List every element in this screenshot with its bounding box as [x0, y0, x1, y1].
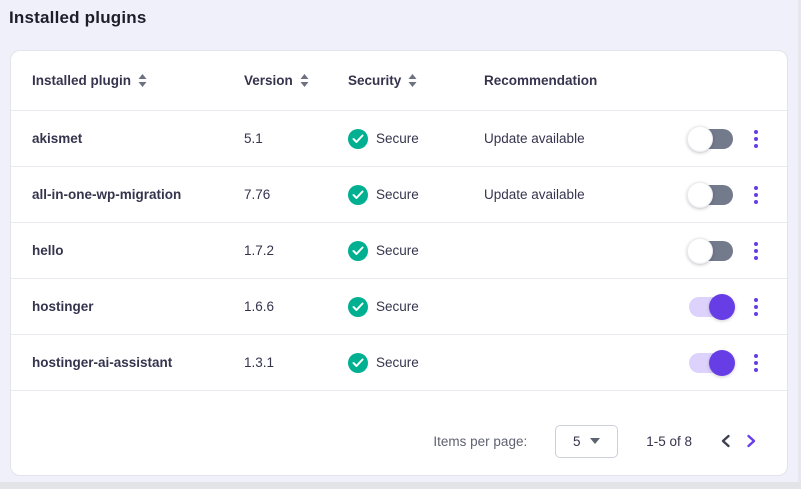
column-label: Version	[244, 73, 293, 88]
security-label: Secure	[376, 131, 419, 146]
page-title: Installed plugins	[9, 8, 147, 28]
plugin-name: hostinger-ai-assistant	[32, 355, 244, 370]
kebab-menu-icon[interactable]	[751, 128, 761, 150]
plugin-enabled-toggle[interactable]	[689, 353, 733, 373]
table-header-row: Installed plugin Version Security	[11, 51, 787, 110]
plugin-version: 1.3.1	[244, 355, 348, 370]
security-label: Secure	[376, 243, 419, 258]
sort-arrows-icon	[300, 74, 309, 87]
pagination-bar: Items per page: 5 1-5 of 8	[11, 390, 787, 475]
table-row: hello 1.7.2 Secure	[11, 222, 787, 278]
check-circle-icon	[348, 185, 368, 205]
check-circle-icon	[348, 129, 368, 149]
toggle-knob	[687, 126, 713, 152]
recommendation-text: Update available	[484, 131, 689, 146]
kebab-menu-icon[interactable]	[751, 240, 761, 262]
items-per-page-value: 5	[573, 434, 581, 449]
table-row: all-in-one-wp-migration 7.76 Secure Upda…	[11, 166, 787, 222]
pagination-controls	[720, 434, 757, 448]
toggle-knob	[687, 238, 713, 264]
column-header-installed-plugin[interactable]: Installed plugin	[32, 73, 244, 88]
table-row: akismet 5.1 Secure Update available	[11, 110, 787, 166]
toggle-knob	[687, 182, 713, 208]
recommendation-text: Update available	[484, 187, 689, 202]
security-status: Secure	[348, 241, 484, 261]
pagination-range: 1-5 of 8	[646, 434, 692, 449]
kebab-menu-icon[interactable]	[751, 296, 761, 318]
sort-arrows-icon	[408, 74, 417, 87]
check-circle-icon	[348, 241, 368, 261]
column-header-version[interactable]: Version	[244, 73, 348, 88]
plugin-enabled-toggle[interactable]	[689, 129, 733, 149]
plugin-version: 1.6.6	[244, 299, 348, 314]
table-row: hostinger 1.6.6 Secure	[11, 278, 787, 334]
plugin-name: all-in-one-wp-migration	[32, 187, 244, 202]
chevron-right-icon[interactable]	[746, 434, 757, 448]
security-status: Secure	[348, 353, 484, 373]
plugin-name: hello	[32, 243, 244, 258]
plugin-version: 1.7.2	[244, 243, 348, 258]
check-circle-icon	[348, 297, 368, 317]
security-label: Secure	[376, 187, 419, 202]
toggle-knob	[709, 350, 735, 376]
security-status: Secure	[348, 297, 484, 317]
caret-down-icon	[590, 438, 600, 444]
plugin-version: 7.76	[244, 187, 348, 202]
page-bottom-edge	[0, 482, 801, 489]
plugin-enabled-toggle[interactable]	[689, 185, 733, 205]
table-row: hostinger-ai-assistant 1.3.1 Secure	[11, 334, 787, 390]
toggle-knob	[709, 294, 735, 320]
kebab-menu-icon[interactable]	[751, 352, 761, 374]
column-label: Recommendation	[484, 73, 597, 88]
check-circle-icon	[348, 353, 368, 373]
column-header-recommendation: Recommendation	[484, 73, 761, 88]
items-per-page-label: Items per page:	[433, 434, 527, 449]
kebab-menu-icon[interactable]	[751, 184, 761, 206]
sort-arrows-icon	[138, 74, 147, 87]
security-status: Secure	[348, 185, 484, 205]
chevron-left-icon[interactable]	[720, 434, 731, 448]
column-label: Installed plugin	[32, 73, 131, 88]
plugin-name: hostinger	[32, 299, 244, 314]
plugin-enabled-toggle[interactable]	[689, 297, 733, 317]
column-header-security[interactable]: Security	[348, 73, 417, 88]
security-label: Secure	[376, 355, 419, 370]
installed-plugins-card: Installed plugin Version Security	[10, 50, 788, 476]
security-status: Secure	[348, 129, 484, 149]
items-per-page-select[interactable]: 5	[555, 425, 618, 458]
plugin-name: akismet	[32, 131, 244, 146]
plugin-enabled-toggle[interactable]	[689, 241, 733, 261]
column-label: Security	[348, 73, 401, 88]
plugin-version: 5.1	[244, 131, 348, 146]
security-label: Secure	[376, 299, 419, 314]
